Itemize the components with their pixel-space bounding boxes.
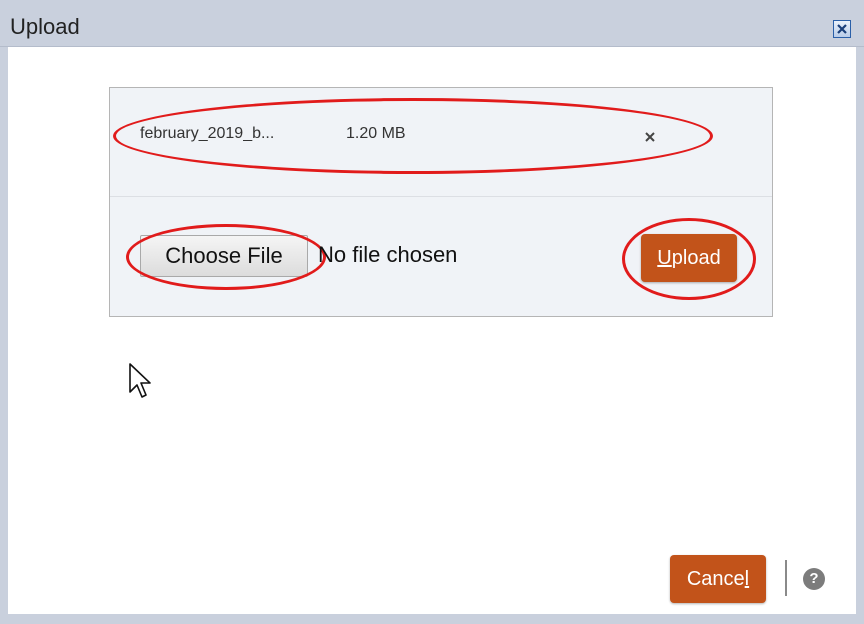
upload-panel: february_2019_b... 1.20 MB Choose File N… (109, 87, 773, 317)
upload-button[interactable]: Upload (641, 234, 737, 282)
file-chooser-status: No file chosen (318, 242, 458, 267)
close-dialog-button[interactable] (833, 20, 851, 38)
selected-file-row: february_2019_b... 1.20 MB (110, 88, 772, 197)
cancel-mnemonic: l (744, 568, 750, 590)
choose-file-button[interactable]: Choose File (140, 235, 308, 277)
upload-label-rest: pload (671, 247, 721, 269)
file-size: 1.20 MB (346, 125, 406, 142)
footer-divider (785, 560, 787, 596)
remove-file-icon[interactable] (642, 129, 658, 145)
mouse-pointer-icon (129, 363, 151, 398)
close-icon (837, 24, 847, 34)
cancel-label: Cance (686, 568, 745, 590)
file-name: february_2019_b... (140, 125, 275, 142)
dialog-title: Upload (10, 14, 80, 39)
upload-mnemonic: U (657, 247, 672, 269)
cancel-button[interactable]: Cancel (670, 555, 766, 603)
help-icon[interactable]: ? (803, 568, 825, 590)
dialog-titlebar: Upload (0, 0, 864, 47)
